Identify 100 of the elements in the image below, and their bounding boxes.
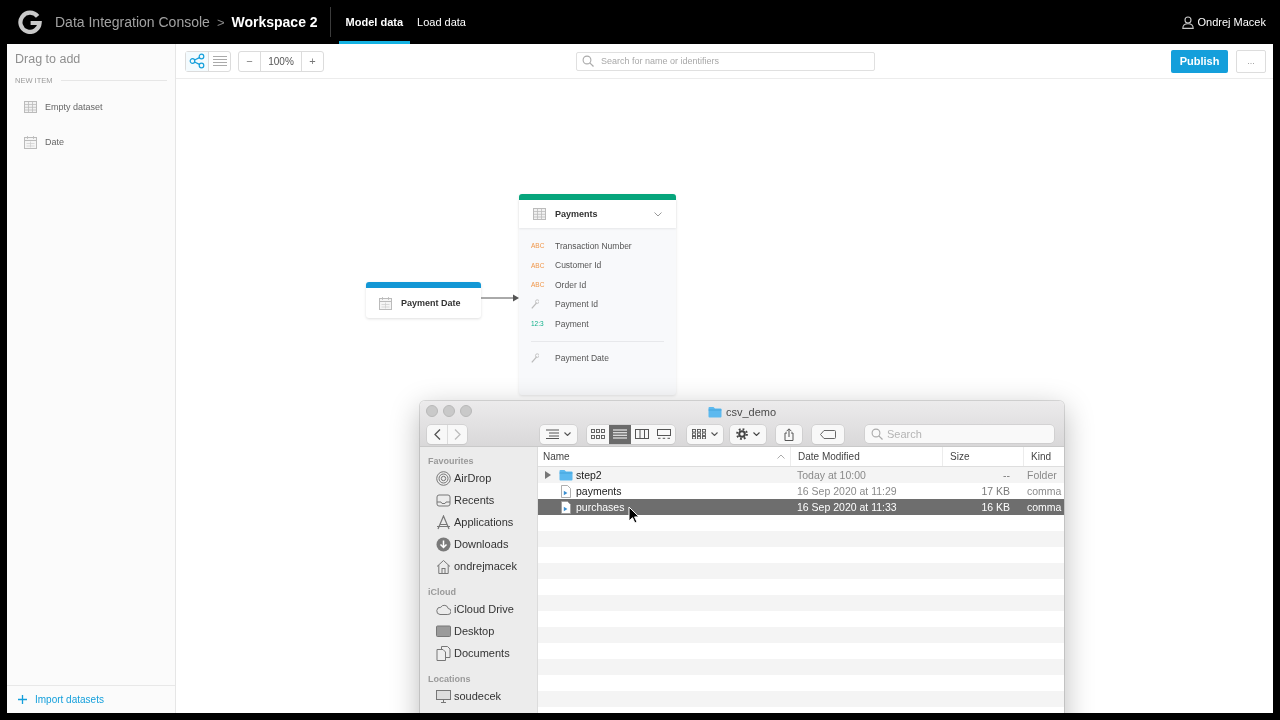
workspace-name: Workspace 2 [231,14,318,30]
file-row[interactable]: purchases 16 Sep 2020 at 11:33 16 KB comma [538,499,1064,515]
caret-icon [564,432,571,436]
zoom-level: 100% [260,51,302,71]
panel-title: Drag to add [14,51,82,66]
gallery-icon [657,429,671,439]
tag-button[interactable] [812,424,844,444]
zoom-out-button[interactable]: − [239,51,260,71]
tray-icon [436,492,451,508]
search-icon [582,55,594,67]
draggable-item[interactable]: Date [7,131,64,153]
column-header[interactable]: Name [538,447,790,466]
sidebar-item[interactable]: ondrejmacek [428,555,517,577]
tag-icon [820,429,836,439]
sidebar-item[interactable]: AirDrop [428,467,492,489]
file-size: 17 KB [980,485,1011,497]
columns-icon [635,429,649,439]
file-name: purchases [576,501,625,513]
file-kind: Folder [1026,469,1058,481]
group-button[interactable] [687,424,723,444]
file-row[interactable]: step2 Today at 10:00 -- Folder [538,467,1064,483]
action-button[interactable] [730,424,766,444]
user-menu[interactable]: Ondrej Macek [1181,15,1266,29]
list-options-button[interactable] [540,424,577,444]
sidebar-heading: iCloud [428,586,456,598]
key-icon [531,353,539,364]
column-header[interactable]: Date Modified [790,447,942,466]
field-name: Payment Id [555,299,598,310]
dataset-title: Payments [555,209,599,219]
search-field[interactable]: Search for name or identifiers [576,51,875,71]
modified-date: 16 Sep 2020 at 11:33 [796,501,898,513]
modified-date: 16 Sep 2020 at 11:29 [796,485,898,497]
graph-view-button[interactable] [186,51,208,71]
field-name: Payment [555,318,589,329]
download-icon [436,536,451,552]
caret-icon [753,432,760,436]
window-title: csv_demo [725,405,777,418]
graph-icon [189,53,205,69]
sidebar-item[interactable]: Desktop [428,620,495,642]
search-field[interactable]: Search [865,425,1054,443]
node-title: Payment Date [401,298,461,308]
field-name: Payment Date [555,353,609,364]
list-view-button[interactable] [609,424,631,444]
sidebar-item[interactable]: Documents [428,642,510,664]
house-icon [436,558,451,574]
table-icon [533,208,546,220]
plus-icon [18,695,27,704]
field-name: Customer Id [555,260,602,271]
file-name: step2 [576,469,602,481]
sidebar-item[interactable]: Applications [428,511,514,533]
folder-icon [707,405,722,418]
field-name: Transaction Number [555,240,632,251]
file-size: -- [1002,469,1011,481]
cursor-icon [628,506,640,524]
breadcrumb-separator: > [216,14,225,30]
folder-icon [559,469,573,481]
sidebar-heading: Favourites [428,455,474,467]
logo-icon [18,10,42,34]
lines-icon [546,429,559,439]
list-icon [211,55,228,67]
app-title: Data Integration Console [55,14,210,30]
sidebar-item[interactable]: Recents [428,489,495,511]
user-icon [1181,15,1194,29]
desktop-icon [436,623,451,639]
list-icon [613,429,627,439]
date-dataset-node[interactable]: Payment Date [366,282,481,318]
monitor-icon [436,688,451,704]
chevron-left-icon [433,428,441,440]
file-kind: comma [1026,485,1063,497]
nav-tab[interactable]: Load data [410,0,473,44]
broadcast-icon [436,470,451,486]
table-icon [24,101,37,113]
sidebar-item[interactable]: Downloads [428,533,509,555]
file-kind: comma [1026,501,1063,513]
modified-date: Today at 10:00 [796,469,867,481]
sidebar-item[interactable]: soudecek [428,685,502,707]
search-icon [871,428,883,440]
list-view-button[interactable] [208,51,230,71]
grid-icon [692,428,706,440]
zoom-in-button[interactable]: + [302,51,323,71]
sidebar-item[interactable]: iCloud Drive [428,598,514,620]
chevron-down-icon[interactable] [654,211,662,217]
field-name: Order Id [555,279,587,290]
share-button[interactable] [776,424,802,444]
calendar-icon [24,135,37,149]
column-header[interactable]: Size [942,447,1023,466]
document-icon [561,484,571,498]
sidebar-heading: Locations [428,673,471,685]
file-size: 16 KB [980,501,1011,513]
disclosure-triangle-icon[interactable] [545,471,551,479]
share-icon [784,427,794,441]
chevron-right-icon [454,428,461,440]
calendar-icon [379,296,392,310]
caret-icon [711,432,718,436]
document-icon [561,500,571,514]
documents-icon [436,645,451,661]
apps-icon [436,514,451,530]
draggable-item[interactable]: Empty dataset [7,96,103,118]
file-name: payments [576,485,622,497]
column-header[interactable]: Kind [1023,447,1064,466]
